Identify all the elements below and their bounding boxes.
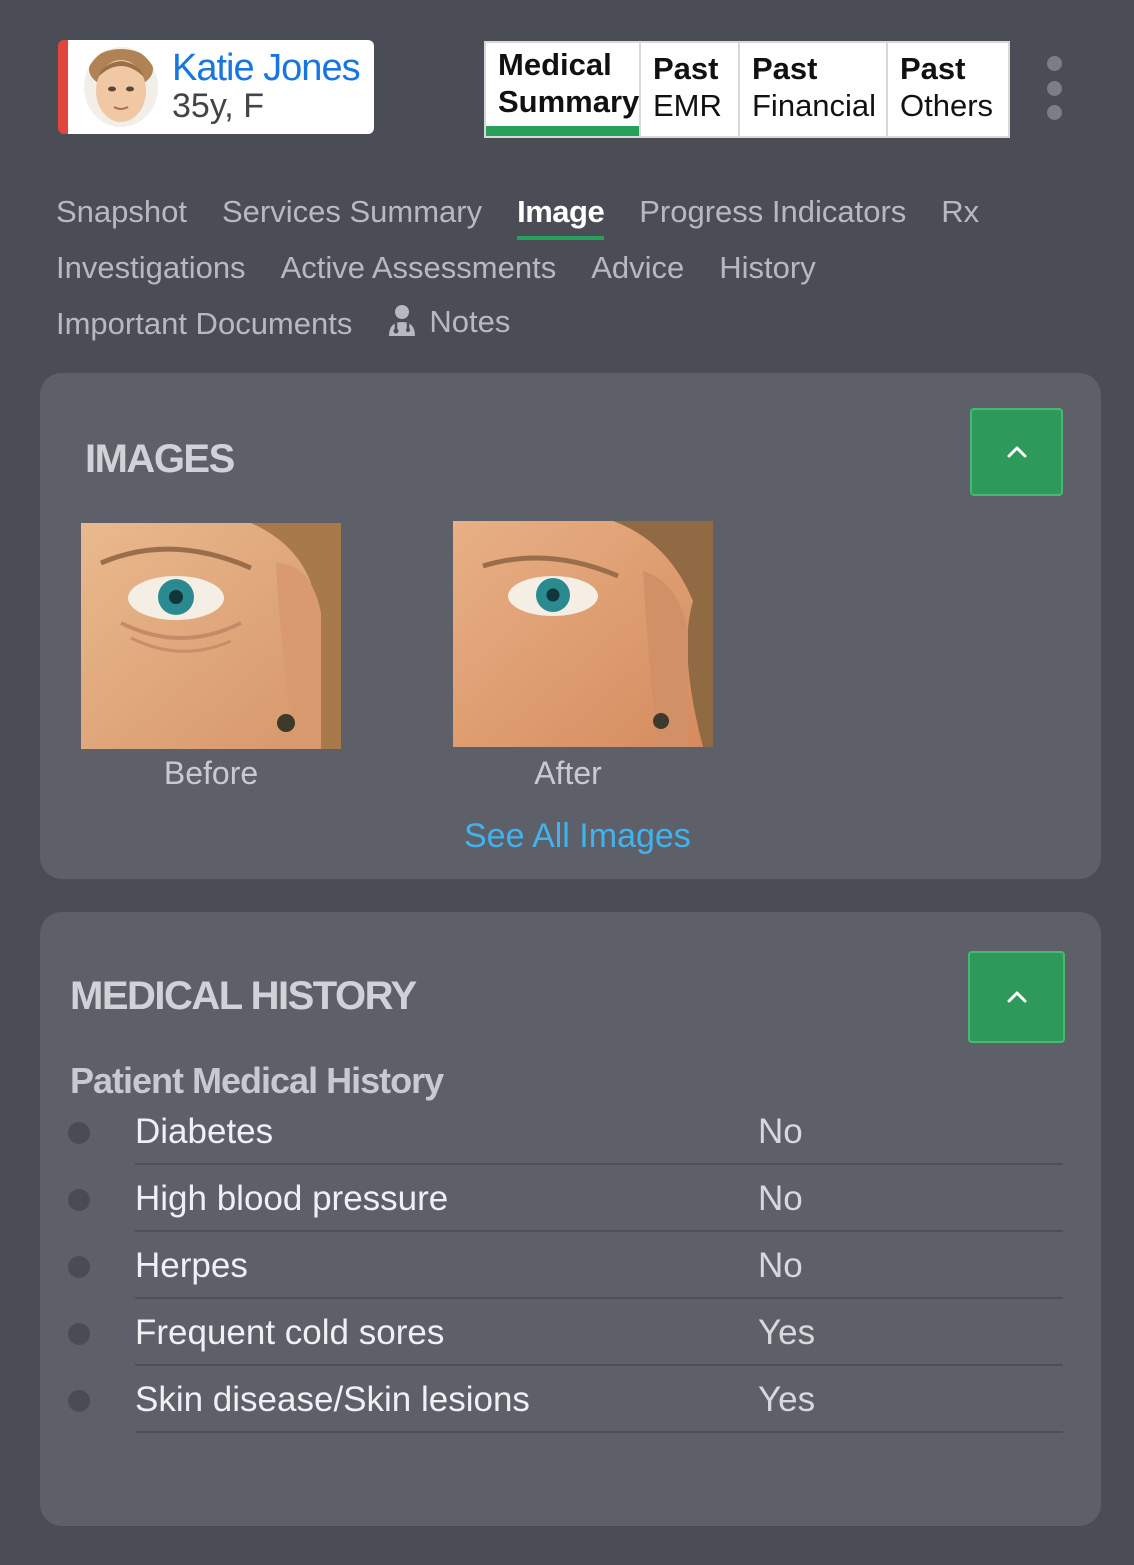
history-condition: Herpes — [135, 1246, 248, 1285]
history-row: Herpes No — [68, 1232, 1063, 1299]
patient-card[interactable]: Katie Jones 35y, F — [58, 40, 374, 134]
tab-past-emr-line2: EMR — [653, 87, 722, 123]
bullet — [68, 1390, 90, 1412]
section-nav: Snapshot Services Summary Image Progress… — [56, 186, 1096, 354]
patient-medical-history-heading: Patient Medical History — [70, 1060, 444, 1101]
nav-row: Snapshot Services Summary Image Progress… — [56, 186, 1096, 242]
more-vertical-icon[interactable] — [1044, 56, 1064, 120]
nav-image[interactable]: Image — [517, 194, 605, 240]
patient-info: Katie Jones 35y, F — [172, 48, 361, 126]
history-answer: No — [758, 1179, 803, 1218]
record-tabs: Medical Summary Past EMR Past Financial … — [484, 41, 1010, 138]
history-row: High blood pressure No — [68, 1165, 1063, 1232]
history-condition: High blood pressure — [135, 1179, 449, 1218]
nav-active-assessments[interactable]: Active Assessments — [281, 250, 557, 290]
nav-important-documents[interactable]: Important Documents — [56, 306, 352, 346]
tab-past-others[interactable]: Past Others — [888, 43, 1008, 136]
images-collapse-button[interactable] — [970, 408, 1063, 496]
row-divider — [135, 1431, 1063, 1433]
nav-row: Important Documents Notes — [56, 298, 1096, 354]
tab-past-others-line1: Past — [900, 51, 966, 86]
nav-notes-label: Notes — [429, 304, 511, 340]
history-row: Skin disease/Skin lesions Yes — [68, 1366, 1063, 1433]
medical-history-title: MEDICAL HISTORY — [70, 974, 417, 1018]
nav-advice[interactable]: Advice — [591, 250, 684, 290]
header: Katie Jones 35y, F Medical Summary Past … — [0, 0, 1134, 160]
bullet — [68, 1122, 90, 1144]
history-condition: Skin disease/Skin lesions — [135, 1380, 530, 1419]
bullet — [68, 1189, 90, 1211]
bullet — [68, 1323, 90, 1345]
history-row: Frequent cold sores Yes — [68, 1299, 1063, 1366]
history-answer: Yes — [758, 1313, 816, 1352]
tab-past-emr-line1: Past — [653, 51, 719, 86]
nav-investigations[interactable]: Investigations — [56, 250, 246, 290]
history-answer: No — [758, 1246, 803, 1285]
tab-medical-summary-line1: Medical — [498, 47, 612, 82]
after-caption: After — [534, 755, 602, 791]
tab-past-financial[interactable]: Past Financial — [740, 43, 888, 136]
before-image[interactable] — [81, 523, 341, 749]
nav-notes[interactable]: Notes — [387, 303, 510, 349]
history-row: Diabetes No — [68, 1098, 1063, 1165]
doctor-icon — [387, 303, 417, 345]
tab-past-others-line2: Others — [900, 87, 994, 123]
history-answer: No — [758, 1112, 803, 1151]
nav-progress-indicators[interactable]: Progress Indicators — [639, 194, 906, 234]
tab-past-financial-line1: Past — [752, 51, 818, 86]
tab-medical-summary[interactable]: Medical Summary — [486, 43, 641, 136]
bullet — [68, 1256, 90, 1278]
avatar — [84, 47, 158, 127]
nav-snapshot[interactable]: Snapshot — [56, 194, 187, 234]
history-list: Diabetes No High blood pressure No Herpe… — [68, 1098, 1063, 1433]
nav-history[interactable]: History — [719, 250, 815, 290]
tab-past-financial-line2: Financial — [752, 87, 877, 123]
tab-past-emr[interactable]: Past EMR — [641, 43, 740, 136]
medical-history-collapse-button[interactable] — [968, 951, 1065, 1043]
patient-name[interactable]: Katie Jones — [172, 48, 361, 89]
see-all-images-link[interactable]: See All Images — [464, 817, 691, 856]
nav-rx[interactable]: Rx — [941, 194, 979, 234]
history-answer: Yes — [758, 1380, 816, 1419]
patient-age-gender: 35y, F — [172, 87, 264, 126]
chevron-up-icon — [1007, 991, 1026, 1003]
before-caption: Before — [163, 755, 259, 791]
chevron-up-icon — [1007, 446, 1026, 458]
nav-row: Investigations Active Assessments Advice… — [56, 242, 1096, 298]
tab-medical-summary-line2: Summary — [498, 83, 640, 119]
medical-history-panel: MEDICAL HISTORY Patient Medical History … — [40, 912, 1101, 1526]
history-condition: Diabetes — [135, 1112, 274, 1151]
nav-services-summary[interactable]: Services Summary — [222, 194, 482, 234]
images-title: IMAGES — [85, 437, 235, 481]
after-image[interactable] — [453, 521, 713, 747]
history-condition: Frequent cold sores — [135, 1313, 445, 1352]
images-panel: IMAGES Before After See All Images — [40, 373, 1101, 879]
